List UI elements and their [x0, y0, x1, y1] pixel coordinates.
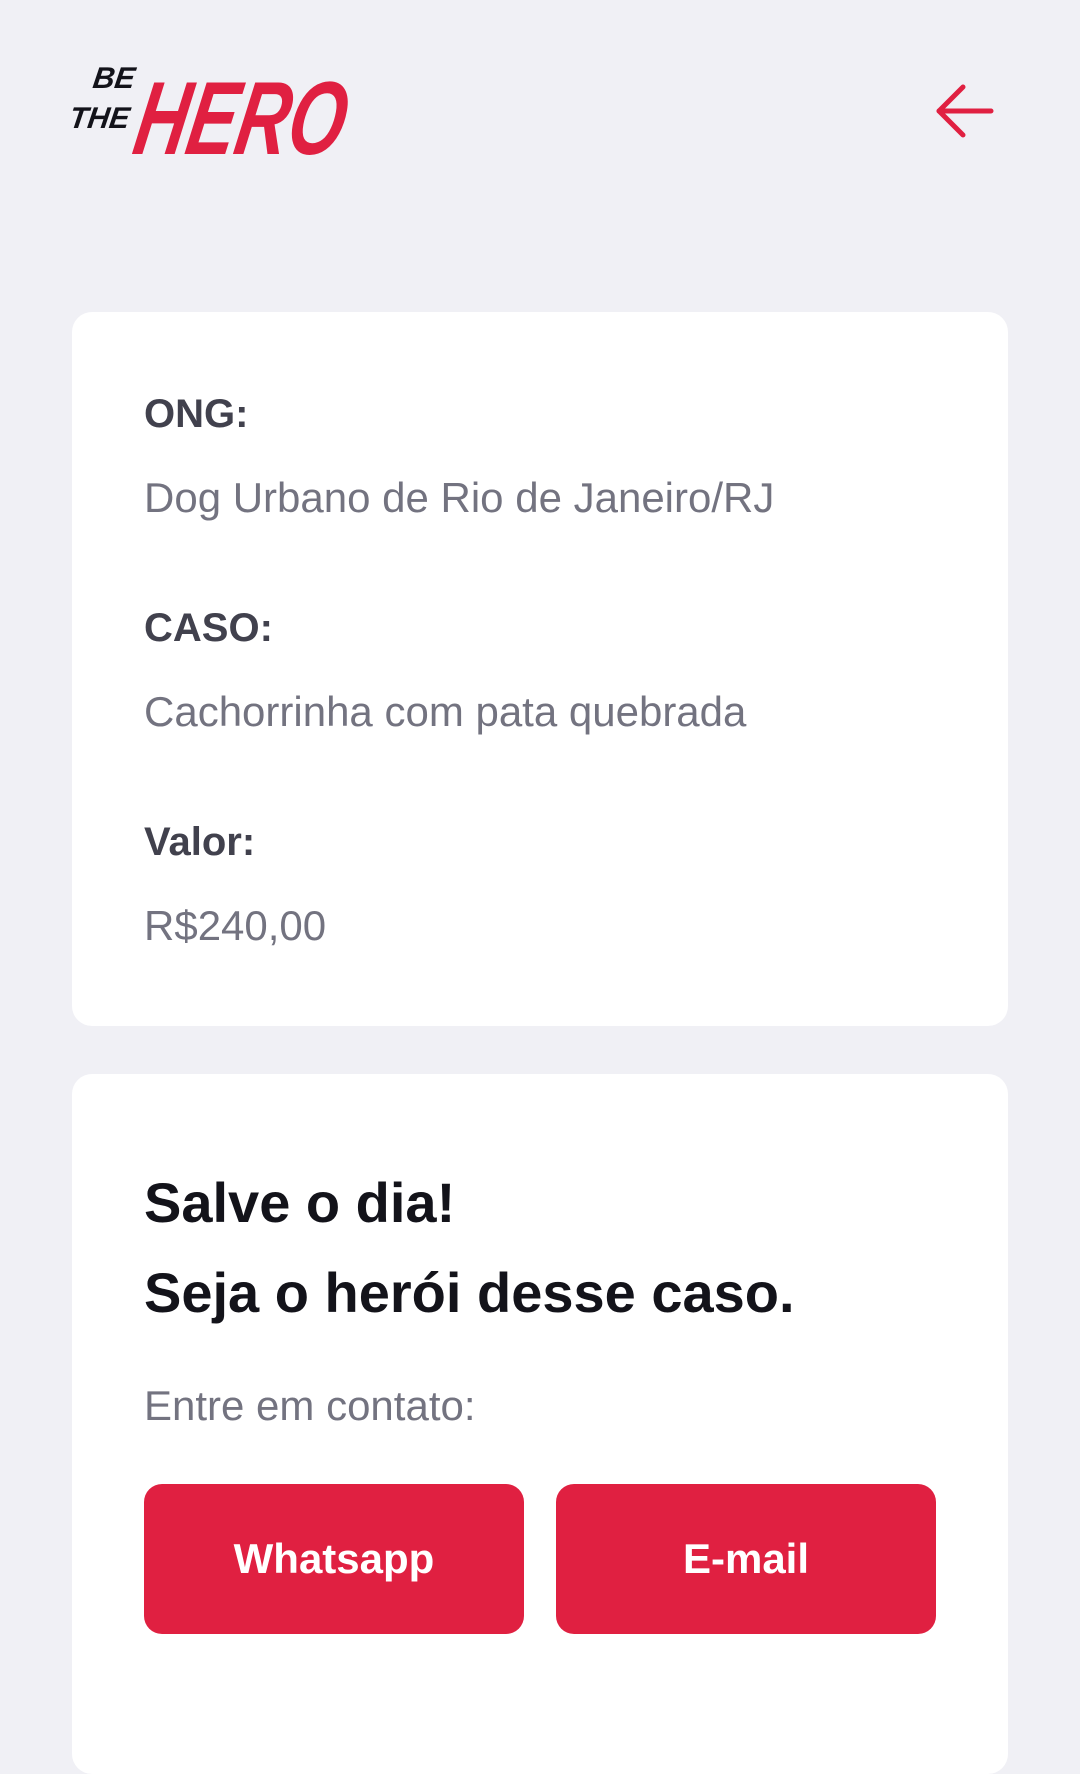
contact-title-line-1: Salve o dia! [144, 1171, 456, 1234]
app-header: BE THE HERO [0, 0, 1080, 200]
case-value: Cachorrinha com pata quebrada [144, 688, 747, 735]
value-label: Valor: [144, 820, 256, 864]
arrow-left-icon [933, 79, 997, 148]
be-the-hero-logo: BE THE HERO [72, 44, 360, 172]
incident-card: ONG: Dog Urbano de Rio de Janeiro/RJ CAS… [72, 312, 1008, 1026]
value-amount: R$240,00 [144, 902, 327, 949]
ong-value: Dog Urbano de Rio de Janeiro/RJ [144, 474, 775, 521]
whatsapp-button[interactable]: Whatsapp [144, 1484, 524, 1634]
contact-title: Salve o dia! Seja o herói desse caso. [144, 1158, 795, 1338]
contact-hint: Entre em contato: [144, 1382, 476, 1429]
contact-title-line-2: Seja o herói desse caso. [144, 1261, 795, 1324]
logo-hero-text: HERO [127, 61, 357, 172]
logo-the-text: THE [72, 102, 133, 135]
case-label: CASO: [144, 606, 273, 650]
email-button[interactable]: E-mail [556, 1484, 936, 1634]
contact-card: Salve o dia! Seja o herói desse caso. En… [72, 1074, 1008, 1774]
back-button[interactable] [920, 68, 1010, 158]
whatsapp-button-label: Whatsapp [233, 1535, 435, 1582]
email-button-label: E-mail [682, 1535, 810, 1582]
ong-label: ONG: [144, 392, 249, 436]
logo-be-text: BE [91, 62, 138, 95]
